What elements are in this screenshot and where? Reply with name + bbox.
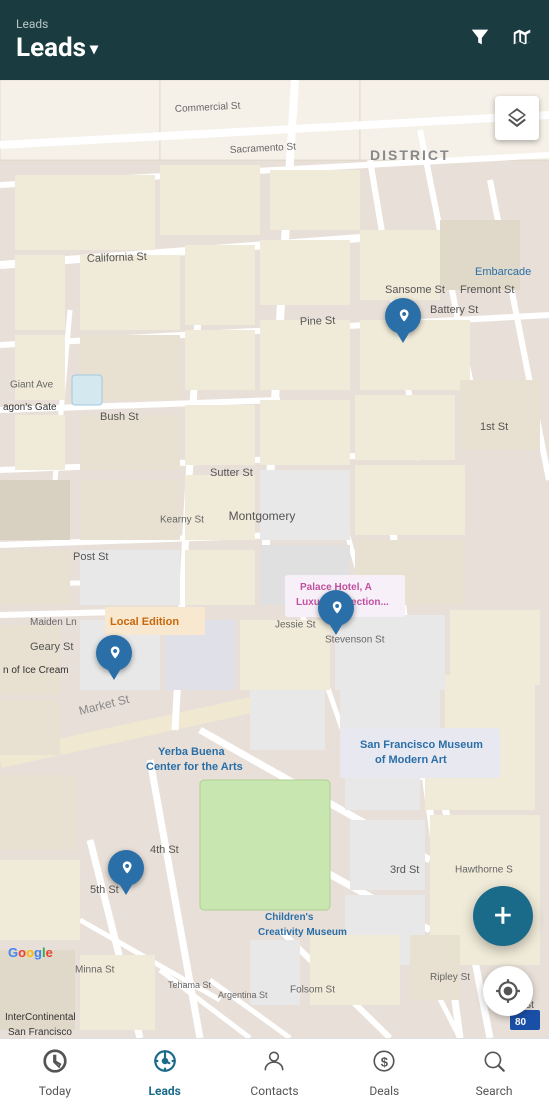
contacts-icon [261, 1048, 287, 1080]
today-icon [42, 1048, 68, 1080]
deals-icon: $ [371, 1048, 397, 1080]
pin-tail-2 [330, 625, 342, 635]
pin-tail-3 [108, 670, 120, 680]
nav-today[interactable]: Today [0, 1039, 110, 1106]
pin-icon-1 [385, 298, 421, 334]
svg-text:Ripley St: Ripley St [430, 972, 470, 983]
header-actions [469, 26, 533, 54]
svg-text:DISTRICT: DISTRICT [370, 147, 451, 163]
svg-text:Embarcade: Embarcade [475, 266, 531, 278]
app-header: Leads Leads ▾ [0, 0, 549, 80]
svg-text:Folsom St: Folsom St [290, 985, 335, 996]
deals-label: Deals [369, 1084, 399, 1098]
add-lead-button[interactable]: + [473, 886, 533, 946]
nav-search[interactable]: Search [439, 1039, 549, 1106]
map-pin-1[interactable] [385, 298, 421, 343]
pin-icon-4 [108, 850, 144, 886]
svg-text:Children's: Children's [265, 912, 314, 923]
svg-text:80: 80 [515, 1017, 527, 1028]
filter-icon[interactable] [469, 26, 491, 54]
svg-text:Fremont St: Fremont St [460, 284, 514, 296]
svg-text:Yerba Buena: Yerba Buena [158, 746, 226, 758]
svg-text:Battery St: Battery St [430, 304, 478, 316]
svg-text:Bush St: Bush St [100, 411, 139, 423]
pin-tail-1 [397, 333, 409, 343]
svg-text:San Francisco: San Francisco [8, 1027, 72, 1038]
svg-text:4th St: 4th St [150, 844, 179, 856]
svg-text:InterContinental: InterContinental [5, 1012, 76, 1023]
svg-text:Center for the Arts: Center for the Arts [146, 761, 243, 773]
svg-text:1st St: 1st St [480, 421, 508, 433]
nav-contacts[interactable]: Contacts [220, 1039, 330, 1106]
svg-text:Geary St: Geary St [30, 641, 73, 653]
svg-text:Creativity Museum: Creativity Museum [258, 927, 347, 938]
svg-text:Hawthorne S: Hawthorne S [455, 865, 513, 876]
svg-text:San Francisco Museum: San Francisco Museum [360, 739, 483, 751]
map-icon[interactable] [511, 26, 533, 54]
svg-text:Giant Ave: Giant Ave [10, 380, 54, 391]
chevron-down-icon[interactable]: ▾ [90, 39, 98, 58]
search-label: Search [476, 1084, 513, 1098]
header-title[interactable]: Leads ▾ [16, 33, 98, 63]
nav-leads[interactable]: Leads [110, 1039, 220, 1106]
svg-text:$: $ [381, 1054, 389, 1069]
map-layers-button[interactable] [495, 96, 539, 140]
pin-tail-4 [120, 885, 132, 895]
svg-text:Tehama St: Tehama St [168, 980, 212, 990]
contacts-label: Contacts [250, 1084, 298, 1098]
svg-text:3rd St: 3rd St [390, 864, 419, 876]
search-icon [481, 1048, 507, 1080]
svg-text:of Modern Art: of Modern Art [375, 754, 447, 766]
google-logo: G o o g l e [8, 945, 53, 960]
pin-icon-2 [318, 590, 354, 626]
svg-text:California St: California St [87, 251, 147, 265]
svg-text:Kearny St: Kearny St [160, 515, 204, 526]
my-location-button[interactable] [483, 966, 533, 1016]
svg-text:agon's Gate: agon's Gate [3, 402, 57, 413]
svg-text:Post St: Post St [73, 551, 108, 563]
bottom-navigation: Today Leads Contacts $ D [0, 1038, 549, 1106]
map-pin-3[interactable] [96, 635, 132, 680]
svg-text:Argentina St: Argentina St [218, 990, 268, 1000]
pin-icon-3 [96, 635, 132, 671]
svg-text:Montgomery: Montgomery [229, 509, 296, 523]
header-subtitle: Leads [16, 17, 98, 31]
svg-text:n of Ice Cream: n of Ice Cream [3, 665, 69, 676]
svg-text:Pine St: Pine St [300, 315, 336, 328]
header-title-area: Leads Leads ▾ [16, 17, 98, 63]
svg-text:Stevenson St: Stevenson St [325, 635, 385, 646]
map-pin-4[interactable] [108, 850, 144, 895]
svg-text:Jessie St: Jessie St [275, 620, 316, 631]
nav-deals[interactable]: $ Deals [329, 1039, 439, 1106]
svg-text:Sansome St: Sansome St [385, 284, 445, 296]
map-pin-2[interactable] [318, 590, 354, 635]
svg-text:Local Edition: Local Edition [110, 616, 179, 628]
map-view[interactable]: DISTRICT Commercial St Sacramento St Cal… [0, 80, 549, 1038]
today-label: Today [39, 1084, 71, 1098]
svg-text:Maiden Ln: Maiden Ln [30, 617, 77, 628]
svg-text:Minna St: Minna St [75, 965, 115, 976]
leads-icon [152, 1048, 178, 1080]
svg-text:Sutter St: Sutter St [210, 467, 253, 479]
leads-label: Leads [149, 1084, 181, 1098]
